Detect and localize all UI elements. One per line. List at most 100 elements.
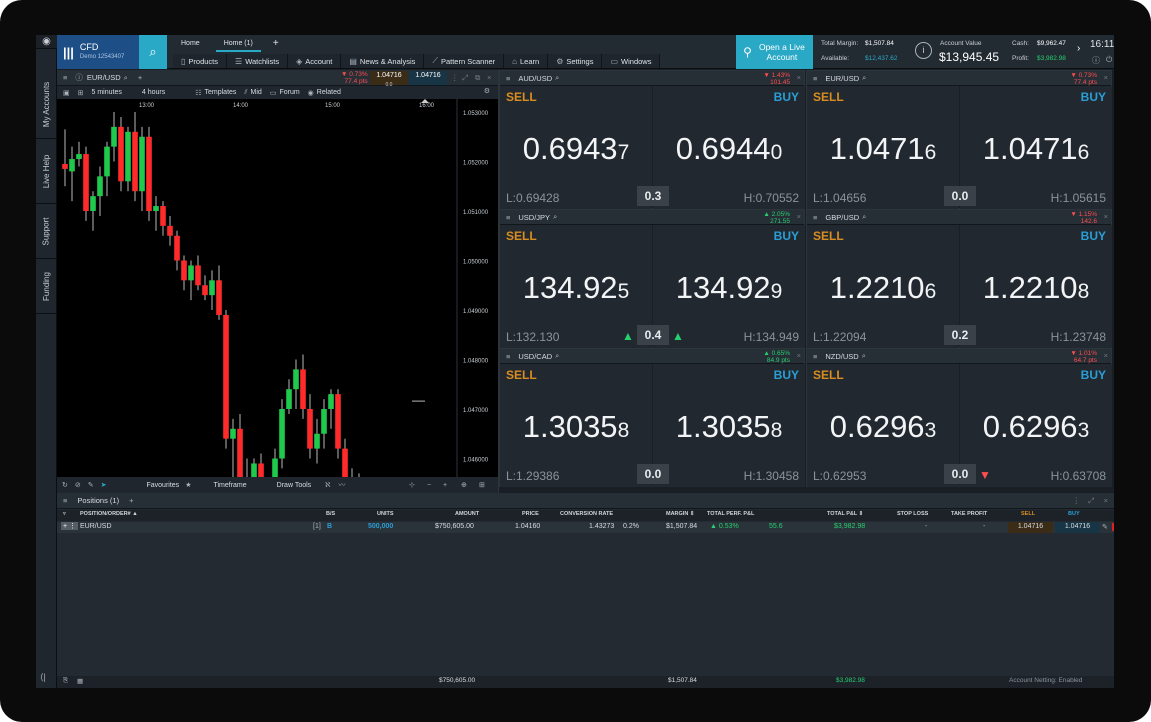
- close-icon[interactable]: ×: [797, 73, 801, 82]
- hamburger-icon[interactable]: ≡: [813, 74, 817, 83]
- zoom-out-icon[interactable]: −: [427, 482, 431, 489]
- sidebar-tab-live-help[interactable]: Live Help: [36, 139, 57, 204]
- col-amount[interactable]: AMOUNT: [455, 511, 479, 517]
- forum-button[interactable]: Forum: [279, 89, 299, 96]
- info-small-icon[interactable]: ⓘ: [1092, 55, 1100, 66]
- buy-button[interactable]: BUY 1.04716 H:1.05615: [960, 86, 1112, 209]
- search-icon[interactable]: ⌕: [555, 351, 559, 361]
- col-sell[interactable]: SELL: [1021, 511, 1035, 517]
- user-icon[interactable]: ◉: [36, 35, 57, 49]
- export-icon[interactable]: ⎘: [63, 677, 68, 685]
- expand-icon[interactable]: ⤢: [462, 73, 468, 83]
- row-sell-price[interactable]: 1.04716: [1008, 522, 1053, 533]
- search-icon[interactable]: ⌕: [555, 73, 559, 83]
- crosshair-icon[interactable]: ⊕: [461, 481, 467, 489]
- close-position-icon[interactable]: ×: [1112, 523, 1114, 531]
- row-units[interactable]: 500,000: [368, 523, 393, 530]
- menu-pattern-scanner[interactable]: ⟋ Pattern Scanner: [424, 54, 505, 68]
- fit-icon[interactable]: ⊞: [479, 481, 485, 489]
- cursor-icon[interactable]: ➤: [101, 481, 107, 489]
- row-buy-price[interactable]: 1.04716: [1055, 522, 1100, 533]
- col-total-pl[interactable]: TOTAL P&L ⇕: [827, 511, 863, 517]
- buy-button[interactable]: BUY 0.69440 H:0.70552: [653, 86, 805, 209]
- col-position[interactable]: POSITION/ORDER# ▲: [80, 511, 138, 517]
- hamburger-icon[interactable]: ≡: [63, 496, 67, 505]
- expand-chevron-icon[interactable]: ›: [1077, 43, 1080, 54]
- tile-symbol[interactable]: GBP/USD: [825, 213, 859, 222]
- refresh-icon[interactable]: ↻: [62, 481, 68, 489]
- chart-settings-icon[interactable]: ⚙: [484, 87, 490, 95]
- hamburger-icon[interactable]: ≡: [506, 352, 510, 361]
- menu-windows[interactable]: ▭ Windows: [602, 54, 661, 68]
- tile-symbol[interactable]: USD/JPY: [518, 213, 550, 222]
- tab-home[interactable]: Home: [173, 38, 208, 52]
- add-icon[interactable]: +: [129, 496, 133, 505]
- tile-symbol[interactable]: NZD/USD: [825, 352, 858, 361]
- add-icon[interactable]: +: [138, 73, 142, 82]
- draw-tools-button[interactable]: Draw Tools: [277, 482, 312, 489]
- col-buy[interactable]: BUY: [1068, 511, 1080, 517]
- related-button[interactable]: Related: [317, 89, 341, 96]
- close-icon[interactable]: ×: [1104, 73, 1108, 82]
- star-icon[interactable]: ★: [185, 481, 191, 489]
- search-icon[interactable]: ⌕: [862, 73, 866, 83]
- sell-button[interactable]: SELL 0.69437 L:0.69428: [500, 86, 652, 209]
- chart-sell-price[interactable]: 1.04716 0.0: [370, 71, 408, 88]
- close-icon[interactable]: ×: [797, 212, 801, 221]
- popout-icon[interactable]: ⧉: [475, 73, 480, 83]
- chart-buy-price[interactable]: 1.04716: [409, 71, 447, 85]
- edit-icon[interactable]: ✎: [1102, 523, 1108, 531]
- sell-button[interactable]: SELL 1.30358 L:1.29386: [500, 364, 652, 487]
- buy-button[interactable]: BUY 1.30358 H:1.30458: [653, 364, 805, 487]
- hamburger-icon[interactable]: ≡: [506, 213, 510, 222]
- indicator-icon[interactable]: ℵ: [325, 481, 330, 489]
- open-live-account-button[interactable]: ⚲ Open a Live Account: [736, 35, 813, 69]
- sidebar-tab-funding[interactable]: Funding: [36, 259, 57, 314]
- tab-home-1[interactable]: Home (1): [215, 38, 261, 52]
- menu-news-analysis[interactable]: ▤ News & Analysis: [341, 54, 425, 68]
- menu-watchlists[interactable]: ☰ Watchlists: [227, 54, 289, 68]
- menu-products[interactable]: ▯ Products: [173, 54, 228, 68]
- filter-icon[interactable]: ▿: [63, 511, 66, 517]
- sell-button[interactable]: SELL 1.22106 L:1.22094: [807, 225, 959, 348]
- candlestick-chart[interactable]: 1.053000 1.052000 1.051000 1.050000 1.049000…: [57, 99, 499, 477]
- col-conversion-rate[interactable]: CONVERSION RATE: [560, 511, 613, 517]
- close-icon[interactable]: ×: [487, 73, 491, 82]
- wave-icon[interactable]: 〰: [338, 480, 345, 490]
- power-icon[interactable]: ⏻: [1106, 55, 1112, 65]
- col-bs[interactable]: B/S: [326, 511, 335, 517]
- templates-button[interactable]: Templates: [205, 89, 237, 96]
- buy-button[interactable]: BUY 1.22108 H:1.23748: [960, 225, 1112, 348]
- hamburger-icon[interactable]: ≡: [813, 213, 817, 222]
- expand-icon[interactable]: ⤢: [1088, 496, 1094, 506]
- pencil-icon[interactable]: ✎: [88, 481, 94, 489]
- search-button[interactable]: ⌕: [139, 35, 167, 69]
- search-icon[interactable]: ⌕: [862, 212, 866, 222]
- screenshot-icon[interactable]: ▣: [63, 89, 70, 97]
- close-icon[interactable]: ×: [797, 351, 801, 360]
- cancel-icon[interactable]: ⊘: [75, 481, 81, 489]
- sell-button[interactable]: SELL 1.04716 L:1.04656: [807, 86, 959, 209]
- row-take-profit[interactable]: -: [983, 523, 985, 530]
- sidebar-tab-support[interactable]: Support: [36, 204, 57, 259]
- sell-button[interactable]: SELL 0.62963 L:0.62953: [807, 364, 959, 487]
- tile-symbol[interactable]: EUR/USD: [825, 74, 859, 83]
- close-icon[interactable]: ×: [1104, 351, 1108, 360]
- col-stop-loss[interactable]: STOP LOSS: [897, 511, 928, 517]
- interval-select[interactable]: 5 minutes: [92, 89, 122, 96]
- menu-settings[interactable]: ⚙ Settings: [548, 54, 603, 68]
- search-icon[interactable]: ⌕: [862, 351, 866, 361]
- favourites-button[interactable]: Favourites: [147, 482, 180, 489]
- sidebar-tab-my-accounts[interactable]: My Accounts: [36, 71, 57, 139]
- grid-icon[interactable]: ▦: [77, 677, 83, 685]
- zoom-in-icon[interactable]: +: [443, 482, 447, 489]
- timeframe-button[interactable]: Timeframe: [213, 482, 246, 489]
- layout-icon[interactable]: ⊞: [78, 89, 84, 97]
- collapse-left-icon[interactable]: ⟨|: [40, 672, 46, 683]
- search-icon[interactable]: ⌕: [124, 73, 128, 83]
- row-symbol[interactable]: EUR/USD: [80, 523, 112, 530]
- col-price[interactable]: PRICE: [522, 511, 539, 517]
- close-icon[interactable]: ×: [1104, 212, 1108, 221]
- col-margin[interactable]: MARGIN ⇕: [666, 511, 694, 517]
- chart-symbol[interactable]: EUR/USD: [87, 73, 121, 82]
